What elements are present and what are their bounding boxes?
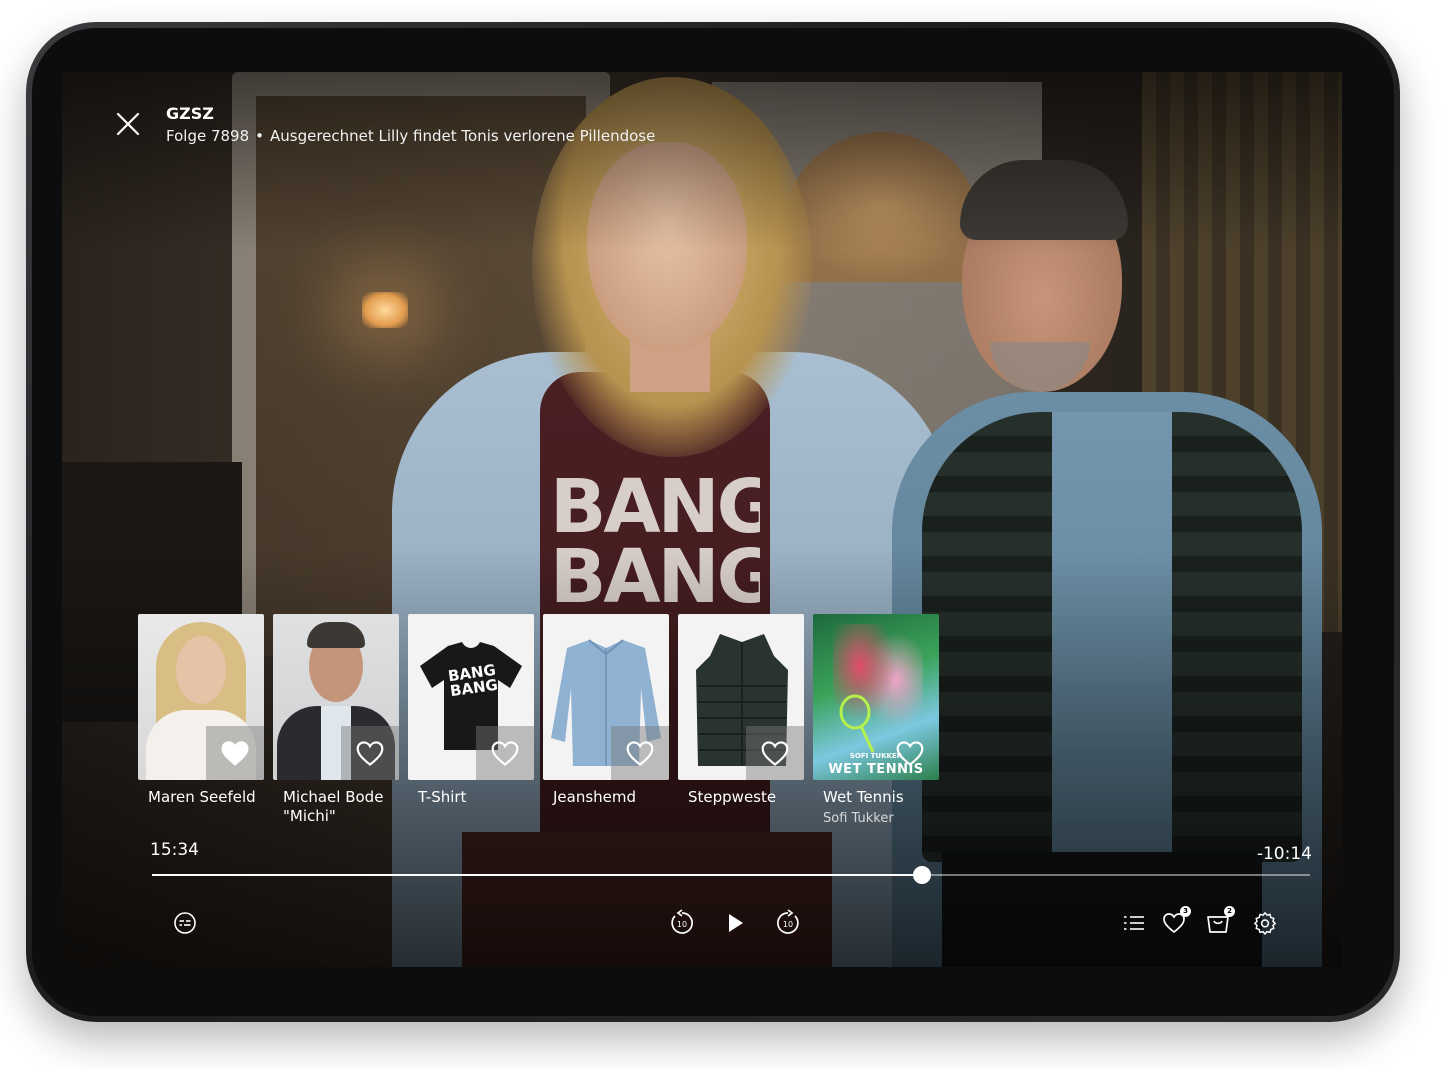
video-player[interactable]: BANG BANG GZSZ Folge 7898 • Ausgerechnet L… xyxy=(62,72,1342,967)
card-thumbnail: BANG BANG xyxy=(408,614,534,780)
progress-bar[interactable] xyxy=(152,866,1310,884)
progress-fill xyxy=(152,874,923,876)
subtitles-icon xyxy=(174,912,196,934)
card-steppweste[interactable]: Steppweste xyxy=(678,614,804,826)
heart-filled-icon xyxy=(221,740,249,766)
cart-button[interactable]: 2 xyxy=(1203,906,1235,938)
favorites-button[interactable]: 3 xyxy=(1159,906,1191,938)
favorite-button[interactable] xyxy=(341,726,399,780)
close-icon xyxy=(116,112,140,136)
play-icon xyxy=(729,914,743,932)
rewind-10-button[interactable]: 10 xyxy=(667,908,697,938)
card-thumbnail xyxy=(138,614,264,780)
card-jeanshemd[interactable]: Jeanshemd xyxy=(543,614,669,826)
tennis-racket-graphic xyxy=(839,694,875,753)
elapsed-time: 15:34 xyxy=(150,840,199,860)
svg-text:10: 10 xyxy=(677,920,687,929)
card-wet-tennis[interactable]: SOFI TUKKER WET TENNIS Wet Tennis Sofi T… xyxy=(813,614,939,826)
card-label: Jeanshemd xyxy=(553,788,637,806)
episode-number: Folge 7898 xyxy=(166,127,250,145)
heart-icon xyxy=(491,740,519,766)
card-michael-bode[interactable]: Michael Bode "Michi" xyxy=(273,614,399,826)
card-thumbnail xyxy=(273,614,399,780)
chapters-button[interactable] xyxy=(1119,908,1149,938)
remaining-time: -10:14 xyxy=(1256,844,1312,864)
subtitles-button[interactable] xyxy=(170,908,200,938)
favorite-button[interactable] xyxy=(881,726,939,780)
cart-count-badge: 2 xyxy=(1224,906,1235,917)
heart-icon xyxy=(761,740,789,766)
card-label: Michael Bode "Michi" xyxy=(283,788,384,825)
card-label: T-Shirt xyxy=(418,788,467,806)
card-label: Wet Tennis xyxy=(823,788,904,806)
episode-info: Folge 7898 • Ausgerechnet Lilly findet Ton… xyxy=(166,127,655,145)
shop-the-look-row: Maren Seefeld Michael Bode "Michi" BANG … xyxy=(138,614,939,826)
scene-lamp xyxy=(362,292,408,328)
top-gradient xyxy=(62,72,1342,252)
play-button[interactable] xyxy=(720,908,750,938)
card-sublabel: Sofi Tukker xyxy=(823,811,894,826)
progress-scrubber[interactable] xyxy=(913,866,932,884)
heart-icon xyxy=(356,740,384,766)
stage: BANG BANG GZSZ Folge 7898 • Ausgerechnet L… xyxy=(0,0,1456,1068)
episode-title: Ausgerechnet Lilly findet Tonis verloren… xyxy=(270,127,656,145)
card-t-shirt[interactable]: BANG BANG T-Shirt xyxy=(408,614,534,826)
card-label: Maren Seefeld xyxy=(148,788,256,806)
settings-button[interactable] xyxy=(1250,908,1280,938)
card-thumbnail xyxy=(678,614,804,780)
gear-icon xyxy=(1254,912,1276,935)
favorites-count-badge: 3 xyxy=(1180,906,1191,917)
card-thumbnail xyxy=(543,614,669,780)
svg-text:10: 10 xyxy=(783,920,793,929)
close-button[interactable] xyxy=(114,110,142,138)
rewind-10-icon: 10 xyxy=(671,909,693,934)
forward-10-button[interactable]: 10 xyxy=(773,908,803,938)
favorite-button[interactable] xyxy=(476,726,534,780)
portrait-face xyxy=(176,636,226,704)
show-title: GZSZ xyxy=(166,104,214,123)
favorite-button[interactable] xyxy=(611,726,669,780)
separator: • xyxy=(255,127,264,145)
forward-10-icon: 10 xyxy=(777,909,799,934)
heart-icon xyxy=(626,740,654,766)
album-cover: SOFI TUKKER WET TENNIS xyxy=(813,614,939,780)
portrait-hair xyxy=(307,622,365,648)
favorite-button[interactable] xyxy=(746,726,804,780)
card-label: Steppweste xyxy=(688,788,777,806)
list-icon xyxy=(1124,916,1144,930)
heart-icon xyxy=(896,740,924,766)
card-maren-seefeld[interactable]: Maren Seefeld xyxy=(138,614,264,826)
favorite-button[interactable] xyxy=(206,726,264,780)
